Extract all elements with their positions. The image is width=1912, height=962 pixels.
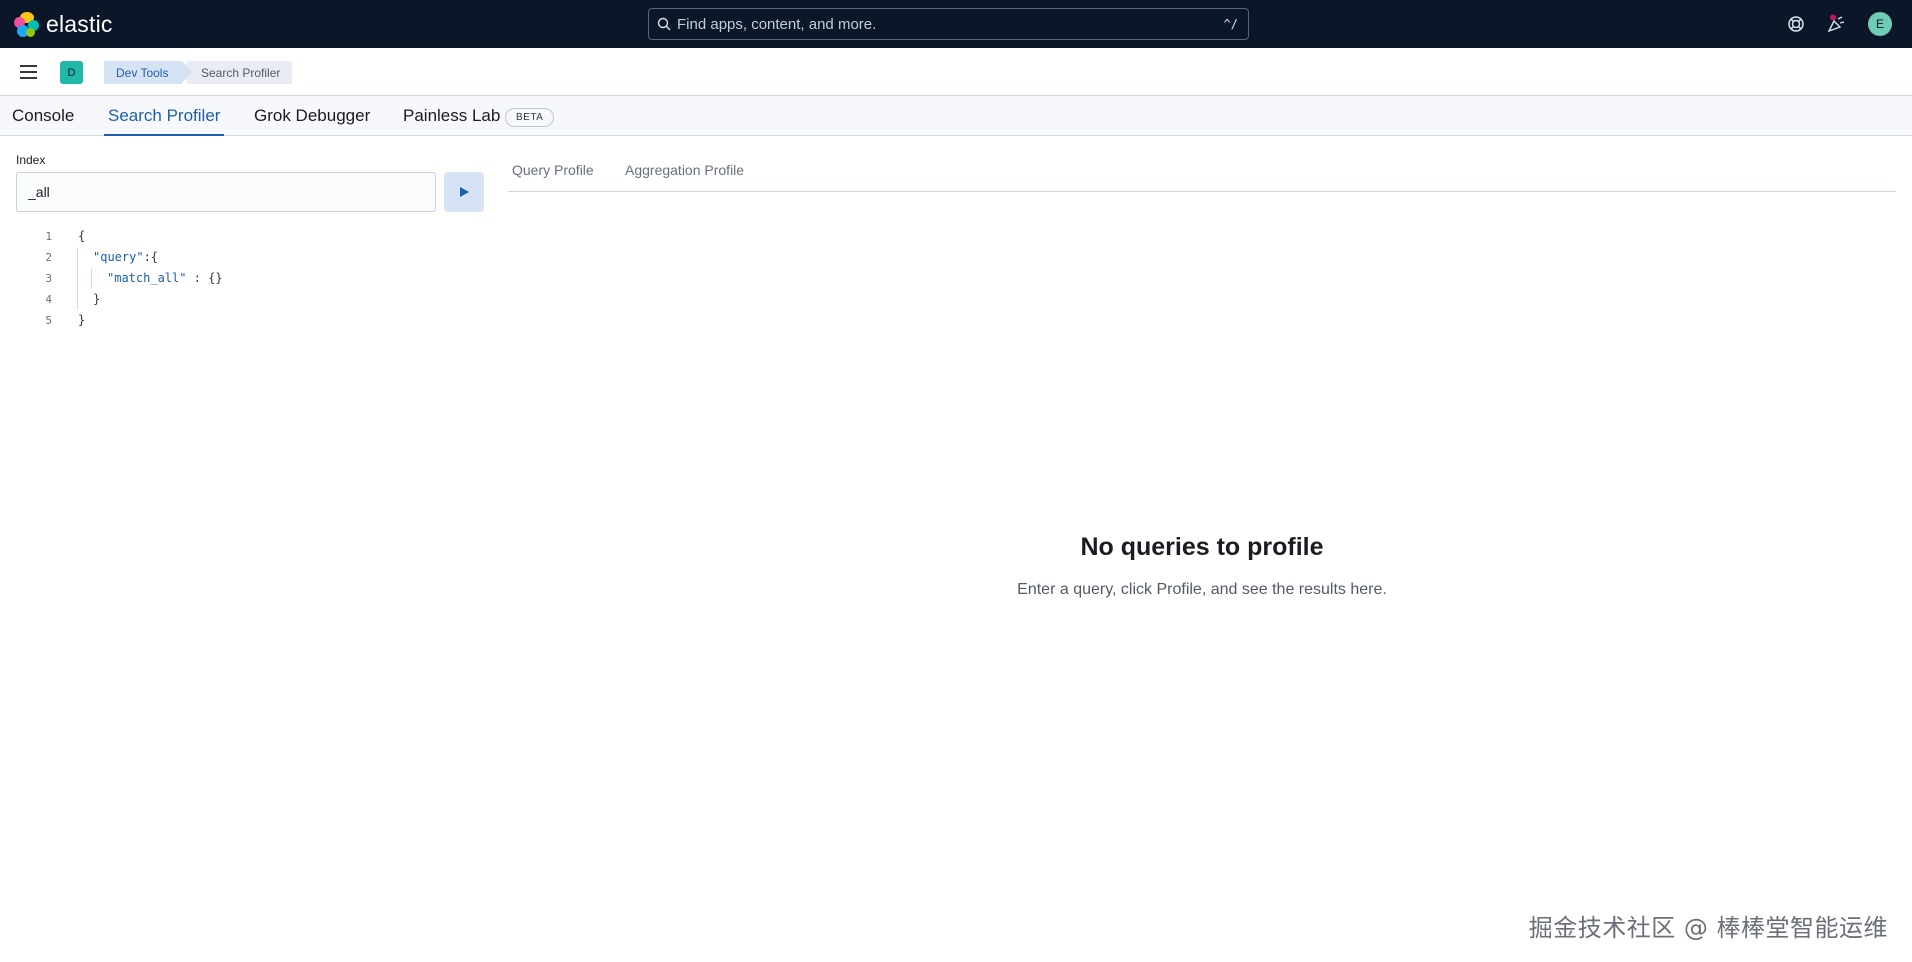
code-line: 3 "match_all" : {} <box>16 268 476 289</box>
line-number: 4 <box>45 293 52 306</box>
menu-icon[interactable] <box>20 65 37 79</box>
code-line: 4 } <box>16 289 476 310</box>
watermark: 掘金技术社区 @ 棒棒堂智能运维 <box>1528 914 1888 942</box>
empty-state-subtitle: Enter a query, click Profile, and see th… <box>1017 581 1387 598</box>
help-icon[interactable] <box>1786 14 1806 34</box>
json-key: "match_all" <box>107 271 187 285</box>
empty-state-title: No queries to profile <box>1080 533 1324 561</box>
brand-name: elastic <box>46 11 113 37</box>
play-icon <box>460 187 469 197</box>
json-key: "query" <box>93 250 144 264</box>
beta-badge: BETA <box>505 108 555 127</box>
tab-grok-debugger[interactable]: Grok Debugger <box>254 96 370 136</box>
line-number: 1 <box>45 230 52 243</box>
json-punct: : {} <box>186 271 223 285</box>
line-number: 5 <box>45 314 52 327</box>
breadcrumb-dev-tools[interactable]: Dev Tools <box>104 61 195 84</box>
tab-painless-lab[interactable]: Painless Lab <box>403 96 500 136</box>
code-text: "query":{ <box>93 247 158 268</box>
space-avatar[interactable]: D <box>60 61 83 84</box>
code-text: } <box>93 292 101 306</box>
code-line: 5 } <box>16 310 476 331</box>
json-punct: :{ <box>143 250 159 264</box>
elastic-logo-icon <box>14 11 40 38</box>
search-icon <box>657 17 671 31</box>
profile-tabs: Query Profile Aggregation Profile <box>508 152 1896 192</box>
code-line: 1 { <box>16 226 476 247</box>
search-input[interactable] <box>677 15 1224 33</box>
user-avatar[interactable]: E <box>1868 12 1892 36</box>
tab-search-profiler[interactable]: Search Profiler <box>103 96 225 136</box>
tab-console[interactable]: Console <box>12 96 74 136</box>
line-number: 2 <box>45 251 52 264</box>
search-shortcut: ^/ <box>1223 17 1238 31</box>
code-line: 2 "query":{ <box>16 247 476 268</box>
tab-query-profile[interactable]: Query Profile <box>512 162 594 178</box>
elastic-logo[interactable]: elastic <box>14 11 113 38</box>
code-text: } <box>78 313 86 327</box>
index-label: Index <box>16 153 46 167</box>
query-editor[interactable]: 1 { 2 "query":{ 3 "match_all" : {} 4 } 5… <box>16 226 476 336</box>
breadcrumb-bar: D Dev Tools Search Profiler <box>0 48 1912 96</box>
code-text: { <box>78 229 86 243</box>
dev-tools-tabs: Console Search Profiler Grok Debugger Pa… <box>0 96 1912 136</box>
index-field[interactable] <box>16 172 436 212</box>
news-feed-icon[interactable] <box>1826 14 1846 34</box>
code-text: "match_all" : {} <box>107 268 223 289</box>
breadcrumb-search-profiler: Search Profiler <box>187 61 293 84</box>
profile-button[interactable] <box>444 172 484 212</box>
tab-aggregation-profile[interactable]: Aggregation Profile <box>625 162 744 178</box>
global-header: elastic ^/ E <box>0 0 1912 48</box>
line-number: 3 <box>45 272 52 285</box>
global-search[interactable]: ^/ <box>648 8 1249 40</box>
